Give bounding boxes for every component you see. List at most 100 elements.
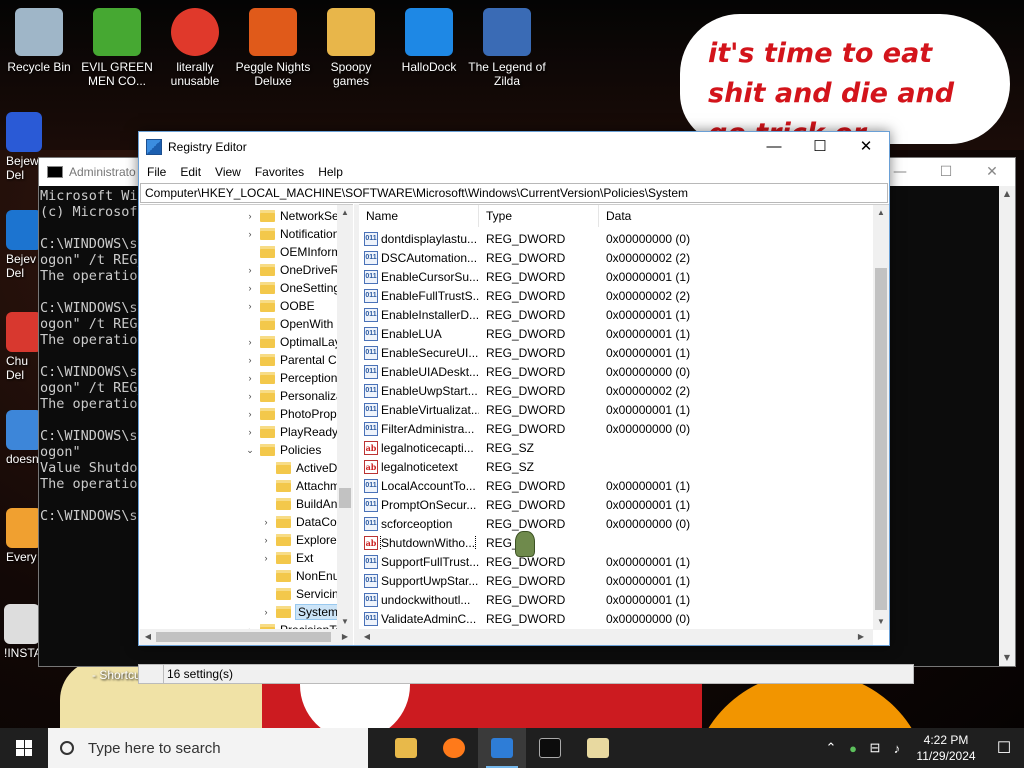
- notification-icon[interactable]: ☐: [984, 738, 1024, 758]
- scroll-up-icon[interactable]: ▲: [337, 205, 353, 221]
- chevron-right-icon[interactable]: ›: [244, 265, 256, 275]
- table-row[interactable]: 011 SupportFullTrust... REG_DWORD 0x0000000…: [359, 552, 873, 571]
- desktop-icon[interactable]: EVIL GREEN MEN CO...: [78, 8, 156, 88]
- tree-horizontal-scrollbar[interactable]: ◀ ▶: [140, 629, 353, 645]
- scroll-left-icon[interactable]: ◀: [359, 629, 375, 645]
- tree-item[interactable]: › Parental Co: [244, 351, 344, 369]
- scroll-up-icon[interactable]: ▲: [999, 186, 1015, 202]
- table-row[interactable]: 011 EnableFullTrustS... REG_DWORD 0x0000000…: [359, 286, 873, 305]
- table-row[interactable]: 011 EnableUwpStart... REG_DWORD 0x00000002 …: [359, 381, 873, 400]
- values-list[interactable]: Name Type Data 011 dontdisplaylastu... REG…: [359, 204, 889, 645]
- scroll-left-icon[interactable]: ◀: [140, 629, 156, 645]
- tree-item[interactable]: › NetworkSer: [244, 207, 343, 225]
- volume-icon[interactable]: ♪: [886, 741, 908, 756]
- table-row[interactable]: 011 LocalAccountTo... REG_DWORD 0x00000001 …: [359, 476, 873, 495]
- close-button[interactable]: ✕: [843, 132, 889, 162]
- tree-item[interactable]: › OOBE: [244, 297, 315, 315]
- tree-item[interactable]: ⌄ Policies: [244, 441, 321, 459]
- taskbar-app-button[interactable]: [430, 728, 478, 768]
- scroll-down-icon[interactable]: ▼: [999, 650, 1015, 666]
- tree-hscroll-thumb[interactable]: [156, 632, 331, 642]
- chevron-up-icon[interactable]: ⌃: [820, 740, 842, 756]
- table-row[interactable]: 011 DSCAutomation... REG_DWORD 0x00000002 (…: [359, 248, 873, 267]
- table-row[interactable]: ab ShutdownWitho... REG_: [359, 533, 873, 552]
- table-row[interactable]: 011 ValidateAdminC... REG_DWORD 0x00000000 …: [359, 609, 873, 628]
- table-row[interactable]: 011 EnableCursorSu... REG_DWORD 0x00000001 …: [359, 267, 873, 286]
- start-button[interactable]: [0, 728, 48, 768]
- chevron-right-icon[interactable]: ›: [244, 409, 256, 419]
- chevron-right-icon[interactable]: ›: [244, 427, 256, 437]
- table-row[interactable]: 011 EnableInstallerD... REG_DWORD 0x0000000…: [359, 305, 873, 324]
- table-row[interactable]: 011 EnableLUA REG_DWORD 0x00000001 (1): [359, 324, 873, 343]
- cmd-maximize-button[interactable]: ☐: [923, 158, 969, 186]
- taskbar-app-button[interactable]: [526, 728, 574, 768]
- scroll-up-icon[interactable]: ▲: [873, 205, 889, 221]
- table-row[interactable]: 011 FilterAdministra... REG_DWORD 0x0000000…: [359, 419, 873, 438]
- desktop-icon[interactable]: Recycle Bin: [0, 8, 78, 74]
- tree-vertical-scrollbar[interactable]: ▲ ▼: [337, 205, 353, 630]
- table-row[interactable]: ab legalnoticecapti... REG_SZ: [359, 438, 873, 457]
- chevron-right-icon[interactable]: ›: [260, 535, 272, 545]
- tree-item[interactable]: ActiveD: [260, 459, 337, 477]
- scroll-down-icon[interactable]: ▼: [337, 614, 353, 630]
- tree-item[interactable]: › PhotoPropo: [244, 405, 344, 423]
- values-scroll-thumb[interactable]: [875, 268, 887, 610]
- desktop-icon[interactable]: The Legend of Zilda: [468, 8, 546, 88]
- taskbar-app-button[interactable]: [478, 728, 526, 768]
- tree-item[interactable]: › Explorer: [260, 531, 341, 549]
- menu-favorites[interactable]: Favorites: [248, 165, 311, 179]
- cmd-scrollbar[interactable]: ▲ ▼: [999, 186, 1015, 666]
- key-tree[interactable]: › NetworkSer › Notification OEMInform › OneDri…: [140, 204, 353, 645]
- tree-item[interactable]: Attachm: [260, 477, 340, 495]
- network-icon[interactable]: ⊟: [864, 740, 886, 756]
- menu-help[interactable]: Help: [311, 165, 350, 179]
- minimize-button[interactable]: —: [751, 132, 797, 162]
- table-row[interactable]: 011 EnableSecureUI... REG_DWORD 0x00000001 …: [359, 343, 873, 362]
- menu-file[interactable]: File: [140, 165, 173, 179]
- tree-item[interactable]: NonEnu: [260, 567, 339, 585]
- tree-item[interactable]: › Ext: [260, 549, 314, 567]
- address-bar[interactable]: Computer\HKEY_LOCAL_MACHINE\SOFTWARE\Mic…: [140, 183, 888, 203]
- tree-item[interactable]: › OneDriveRa: [244, 261, 347, 279]
- tree-item[interactable]: › DataCol: [260, 513, 340, 531]
- registry-editor-window[interactable]: Registry Editor — ☐ ✕ File Edit View Favori…: [138, 131, 890, 646]
- chevron-right-icon[interactable]: ›: [244, 373, 256, 383]
- table-row[interactable]: 011 dontdisplaylastu... REG_DWORD 0x0000000…: [359, 229, 873, 248]
- values-horizontal-scrollbar[interactable]: ◀ ▶: [359, 629, 873, 645]
- scroll-right-icon[interactable]: ▶: [337, 629, 353, 645]
- menu-view[interactable]: View: [208, 165, 248, 179]
- chevron-right-icon[interactable]: ›: [260, 607, 272, 617]
- taskbar-search-box[interactable]: Type here to search: [48, 728, 368, 768]
- table-row[interactable]: 011 scforceoption REG_DWORD 0x00000000 (0): [359, 514, 873, 533]
- tree-item[interactable]: BuildAn: [260, 495, 337, 513]
- tree-item[interactable]: › PlayReady: [244, 423, 339, 441]
- table-row[interactable]: 011 EnableVirtualizat... REG_DWORD 0x000000…: [359, 400, 873, 419]
- table-row[interactable]: 011 EnableUIADeskt... REG_DWORD 0x00000000 …: [359, 362, 873, 381]
- chevron-right-icon[interactable]: ›: [260, 553, 272, 563]
- tree-item[interactable]: › Perception!: [244, 369, 341, 387]
- chevron-down-icon[interactable]: ⌄: [244, 445, 256, 456]
- desktop-shortcut-label[interactable]: - Shortcut: [92, 668, 144, 682]
- maximize-button[interactable]: ☐: [797, 132, 843, 162]
- scroll-down-icon[interactable]: ▼: [873, 614, 889, 630]
- desktop-icon[interactable]: HalloDock: [390, 8, 468, 74]
- tree-scroll-thumb[interactable]: [339, 488, 351, 508]
- scroll-right-icon[interactable]: ▶: [853, 629, 869, 645]
- column-header-name[interactable]: Name: [359, 205, 479, 227]
- desktop-icon[interactable]: Peggle Nights Deluxe: [234, 8, 312, 88]
- tree-item[interactable]: OpenWith: [244, 315, 333, 333]
- chevron-right-icon[interactable]: ›: [244, 211, 256, 221]
- chevron-right-icon[interactable]: ›: [244, 391, 256, 401]
- table-row[interactable]: ab legalnoticetext REG_SZ: [359, 457, 873, 476]
- chevron-right-icon[interactable]: ›: [244, 229, 256, 239]
- desktop-icon[interactable]: literally unusable: [156, 8, 234, 88]
- table-row[interactable]: 011 PromptOnSecur... REG_DWORD 0x00000001 (…: [359, 495, 873, 514]
- tree-item[interactable]: OEMInform: [244, 243, 341, 261]
- user-status-icon[interactable]: ●: [842, 741, 864, 756]
- chevron-right-icon[interactable]: ›: [244, 301, 256, 311]
- chevron-right-icon[interactable]: ›: [244, 283, 256, 293]
- column-header-type[interactable]: Type: [479, 205, 599, 227]
- column-header-data[interactable]: Data: [599, 205, 873, 227]
- values-vertical-scrollbar[interactable]: ▲ ▼: [873, 205, 889, 630]
- table-row[interactable]: 011 SupportUwpStar... REG_DWORD 0x00000001 …: [359, 571, 873, 590]
